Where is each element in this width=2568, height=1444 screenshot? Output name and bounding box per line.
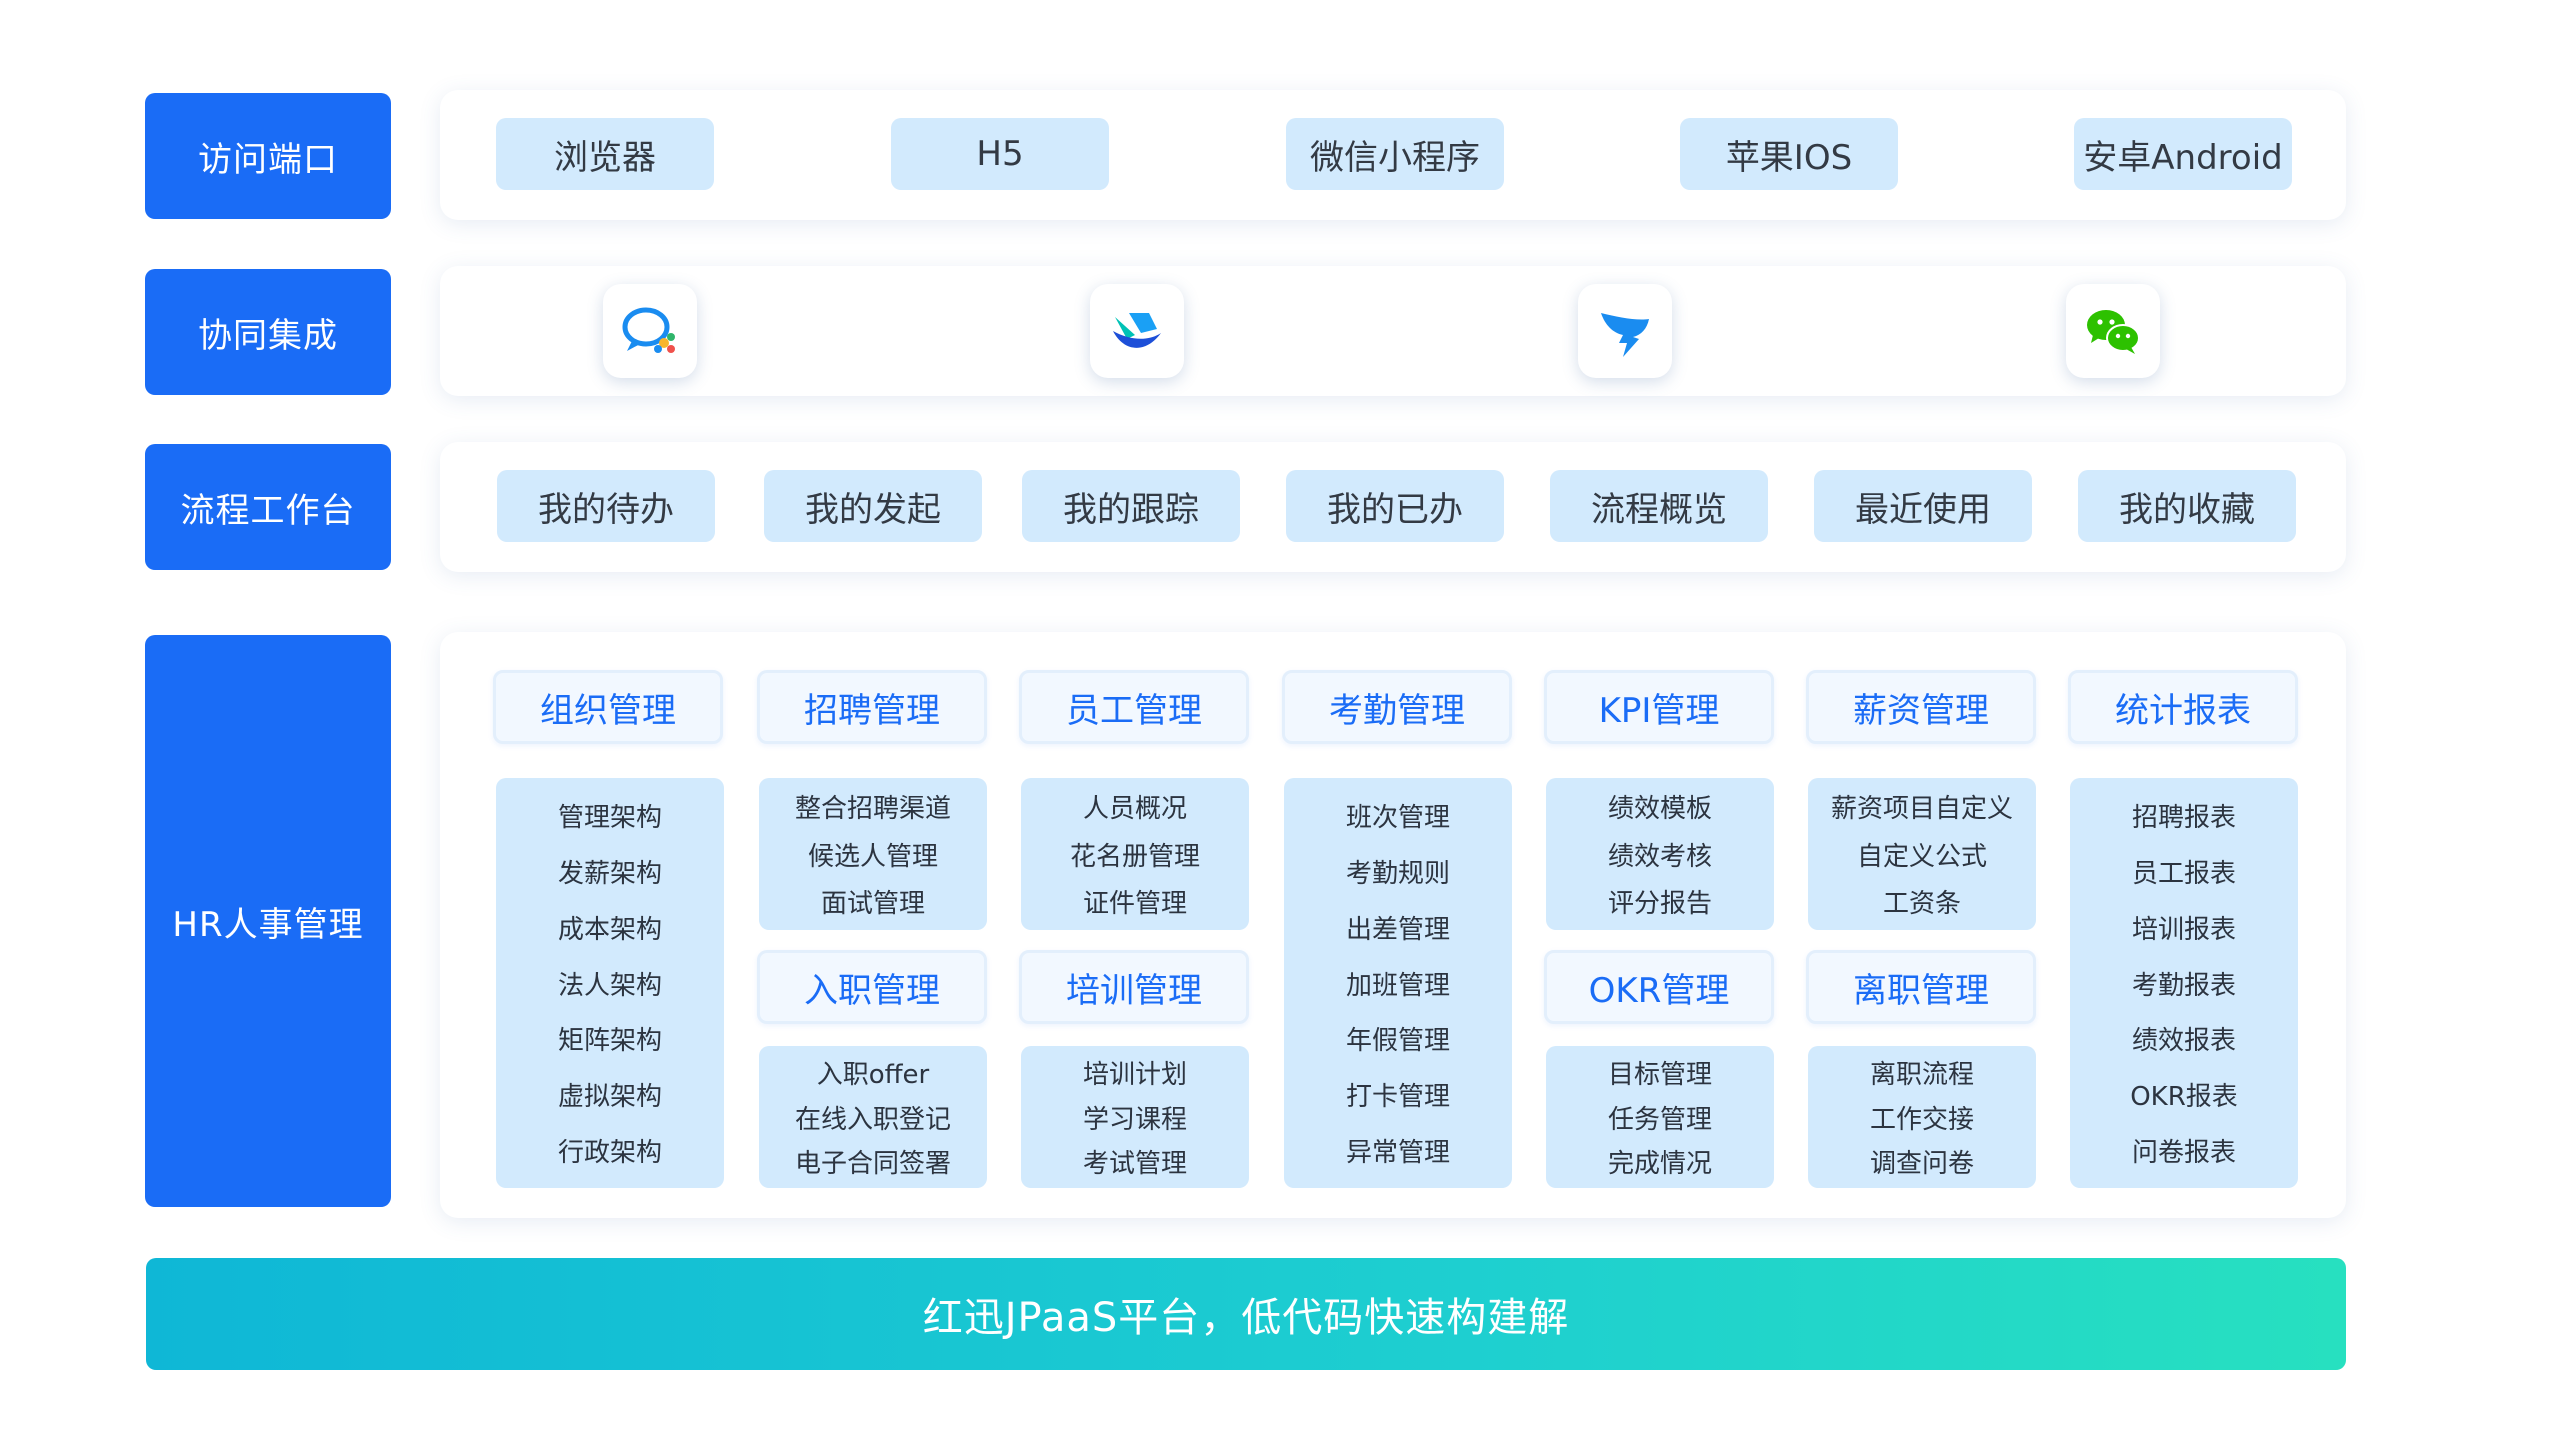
module-org-item[interactable]: 发薪架构 [558,853,662,890]
collab-panel [440,266,2346,396]
workflow-item-overview[interactable]: 流程概览 [1550,470,1768,542]
row-label-collab: 协同集成 [145,269,391,395]
module-offboard-title[interactable]: 离职管理 [1806,950,2036,1024]
row-label-hr: HR人事管理 [145,635,391,1207]
module-staff-list: 人员概况 花名册管理 证件管理 [1021,778,1249,930]
module-onboard-item[interactable]: 在线入职登记 [795,1099,951,1136]
module-okr-item[interactable]: 完成情况 [1608,1143,1712,1180]
access-item-browser[interactable]: 浏览器 [496,118,714,190]
module-salary-title[interactable]: 薪资管理 [1806,670,2036,744]
module-training-list: 培训计划 学习课程 考试管理 [1021,1046,1249,1188]
module-kpi-title[interactable]: KPI管理 [1544,670,1774,744]
module-attendance-list: 班次管理 考勤规则 出差管理 加班管理 年假管理 打卡管理 异常管理 [1284,778,1512,1188]
wecom-app-tile[interactable] [603,284,697,378]
module-attendance-item[interactable]: 考勤规则 [1346,853,1450,890]
module-kpi-list: 绩效模板 绩效考核 评分报告 [1546,778,1774,930]
module-attendance-item[interactable]: 班次管理 [1346,797,1450,834]
workflow-item-tracking[interactable]: 我的跟踪 [1022,470,1240,542]
module-offboard-item[interactable]: 离职流程 [1870,1054,1974,1091]
module-report-list: 招聘报表 员工报表 培训报表 考勤报表 绩效报表 OKR报表 问卷报表 [2070,778,2298,1188]
feishu-icon [1113,313,1161,348]
module-training-item[interactable]: 学习课程 [1083,1099,1187,1136]
module-org-title[interactable]: 组织管理 [493,670,723,744]
module-org-item[interactable]: 管理架构 [558,797,662,834]
module-training-item[interactable]: 培训计划 [1083,1054,1187,1091]
access-item-wechat-miniprogram[interactable]: 微信小程序 [1286,118,1504,190]
access-item-ios[interactable]: 苹果IOS [1680,118,1898,190]
workflow-item-favorites[interactable]: 我的收藏 [2078,470,2296,542]
module-offboard-item[interactable]: 工作交接 [1870,1099,1974,1136]
module-offboard-item[interactable]: 调查问卷 [1870,1143,1974,1180]
module-report-item[interactable]: OKR报表 [2130,1076,2238,1113]
module-kpi-item[interactable]: 评分报告 [1608,883,1712,920]
platform-banner: 红迅JPaaS平台，低代码快速构建解 [146,1258,2346,1370]
module-recruit-item[interactable]: 整合招聘渠道 [795,788,951,825]
module-org-item[interactable]: 矩阵架构 [558,1020,662,1057]
module-okr-title[interactable]: OKR管理 [1544,950,1774,1024]
module-okr-item[interactable]: 目标管理 [1608,1054,1712,1091]
module-report-item[interactable]: 员工报表 [2132,853,2236,890]
module-org-item[interactable]: 虚拟架构 [558,1076,662,1113]
module-okr-list: 目标管理 任务管理 完成情况 [1546,1046,1774,1188]
module-recruit-list: 整合招聘渠道 候选人管理 面试管理 [759,778,987,930]
module-report-item[interactable]: 绩效报表 [2132,1020,2236,1057]
module-report-item[interactable]: 考勤报表 [2132,965,2236,1002]
module-recruit-item[interactable]: 面试管理 [821,883,925,920]
module-kpi-item[interactable]: 绩效考核 [1608,836,1712,873]
dingtalk-icon [1601,313,1649,357]
module-staff-item[interactable]: 花名册管理 [1070,836,1200,873]
module-report-item[interactable]: 培训报表 [2132,909,2236,946]
module-training-title[interactable]: 培训管理 [1019,950,1249,1024]
module-attendance-item[interactable]: 加班管理 [1346,965,1450,1002]
wechat-app-tile[interactable] [2066,284,2160,378]
wechat-icon [2087,310,2140,354]
module-salary-item[interactable]: 工资条 [1883,883,1961,920]
hr-panel: 组织管理 管理架构 发薪架构 成本架构 法人架构 矩阵架构 虚拟架构 行政架构 … [440,632,2346,1218]
dingtalk-app-tile[interactable] [1578,284,1672,378]
module-training-item[interactable]: 考试管理 [1083,1143,1187,1180]
workflow-item-done[interactable]: 我的已办 [1286,470,1504,542]
row-label-workflow: 流程工作台 [145,444,391,570]
module-staff-item[interactable]: 人员概况 [1083,788,1187,825]
module-onboard-item[interactable]: 电子合同签署 [795,1143,951,1180]
workflow-item-todo[interactable]: 我的待办 [497,470,715,542]
module-onboard-item[interactable]: 入职offer [817,1054,930,1091]
module-staff-title[interactable]: 员工管理 [1019,670,1249,744]
module-report-item[interactable]: 问卷报表 [2132,1132,2236,1169]
module-onboard-title[interactable]: 入职管理 [757,950,987,1024]
module-attendance-item[interactable]: 年假管理 [1346,1020,1450,1057]
module-report-title[interactable]: 统计报表 [2068,670,2298,744]
module-onboard-list: 入职offer 在线入职登记 电子合同签署 [759,1046,987,1188]
module-salary-item[interactable]: 自定义公式 [1857,836,1987,873]
module-org-item[interactable]: 行政架构 [558,1132,662,1169]
module-attendance-item[interactable]: 出差管理 [1346,909,1450,946]
module-salary-item[interactable]: 薪资项目自定义 [1831,788,2013,825]
module-recruit-item[interactable]: 候选人管理 [808,836,938,873]
row-label-access: 访问端口 [145,93,391,219]
access-item-h5[interactable]: H5 [891,118,1109,190]
module-staff-item[interactable]: 证件管理 [1083,883,1187,920]
module-attendance-item[interactable]: 异常管理 [1346,1132,1450,1169]
workflow-item-recent[interactable]: 最近使用 [1814,470,2032,542]
module-offboard-list: 离职流程 工作交接 调查问卷 [1808,1046,2036,1188]
module-salary-list: 薪资项目自定义 自定义公式 工资条 [1808,778,2036,930]
wecom-icon [622,307,675,353]
module-report-item[interactable]: 招聘报表 [2132,797,2236,834]
module-org-list: 管理架构 发薪架构 成本架构 法人架构 矩阵架构 虚拟架构 行政架构 [496,778,724,1188]
access-panel: 浏览器 H5 微信小程序 苹果IOS 安卓Android [440,90,2346,220]
module-kpi-item[interactable]: 绩效模板 [1608,788,1712,825]
module-org-item[interactable]: 成本架构 [558,909,662,946]
module-attendance-item[interactable]: 打卡管理 [1346,1076,1450,1113]
workflow-item-initiated[interactable]: 我的发起 [764,470,982,542]
feishu-app-tile[interactable] [1090,284,1184,378]
module-org-item[interactable]: 法人架构 [558,965,662,1002]
module-attendance-title[interactable]: 考勤管理 [1282,670,1512,744]
module-recruit-title[interactable]: 招聘管理 [757,670,987,744]
access-item-android[interactable]: 安卓Android [2074,118,2292,190]
module-okr-item[interactable]: 任务管理 [1608,1099,1712,1136]
workflow-panel: 我的待办 我的发起 我的跟踪 我的已办 流程概览 最近使用 我的收藏 [440,442,2346,572]
